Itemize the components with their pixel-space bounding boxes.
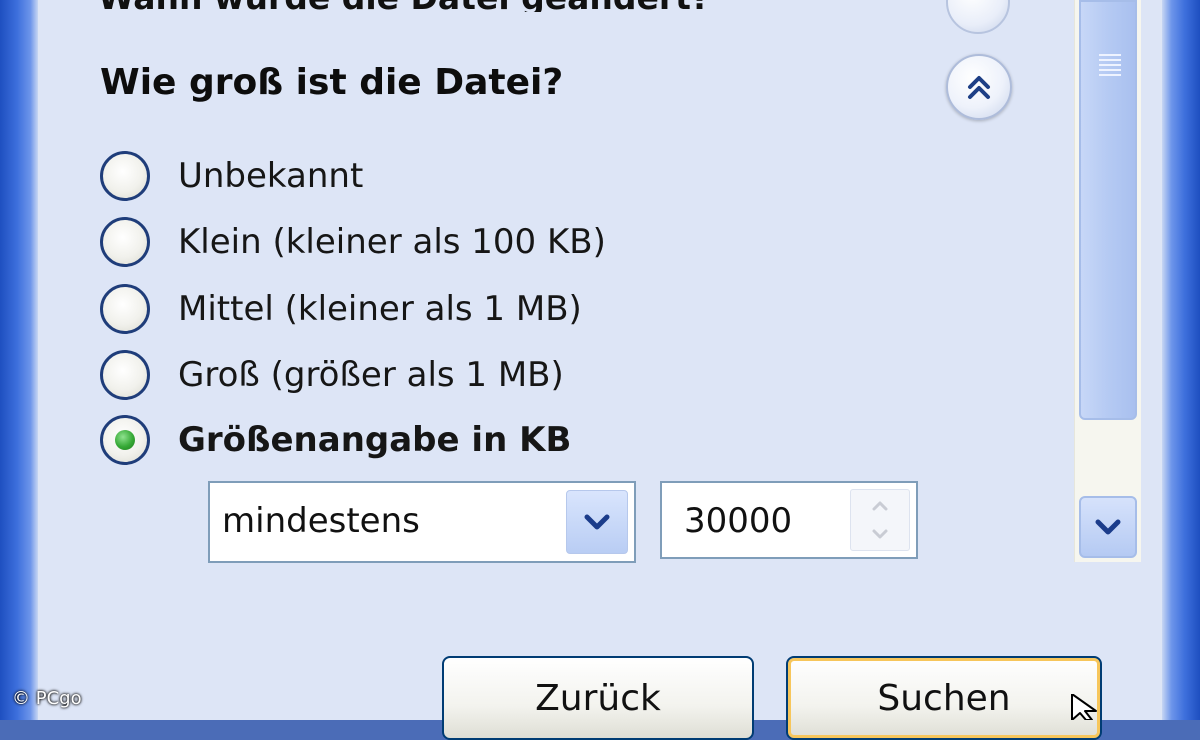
collapse-section-button[interactable] [946,54,1012,120]
chevron-down-icon [872,529,888,539]
radio-option-large[interactable]: Groß (größer als 1 MB) [100,349,564,401]
radio-label: Größenangabe in KB [178,420,572,460]
radio-button[interactable] [100,350,150,400]
radio-option-medium[interactable]: Mittel (kleiner als 1 MB) [100,283,582,335]
search-button[interactable]: Suchen [786,656,1102,740]
chevron-down-icon [1095,519,1121,535]
section-title: Wie groß ist die Datei? [100,62,564,103]
back-button-label: Zurück [535,678,661,719]
spin-up-button[interactable] [851,492,909,520]
window-frame-left [0,0,38,720]
dropdown-button[interactable] [566,490,628,554]
previous-section-collapse-button[interactable] [946,0,1010,34]
grip-lines-icon [1099,54,1121,76]
radio-label: Groß (größer als 1 MB) [178,355,564,395]
mouse-pointer-icon [1071,694,1097,720]
radio-button[interactable] [100,217,150,267]
window-frame-right [1162,0,1200,720]
radio-option-small[interactable]: Klein (kleiner als 100 KB) [100,216,606,268]
size-value-input[interactable] [666,492,862,550]
radio-option-unknown[interactable]: Unbekannt [100,150,363,202]
vertical-scrollbar[interactable] [1074,0,1141,562]
radio-button[interactable] [100,151,150,201]
radio-option-custom-size[interactable]: Größenangabe in KB [100,414,571,466]
radio-label: Unbekannt [178,156,364,196]
watermark: © PCgo [12,688,82,709]
scrollbar-thumb[interactable] [1079,0,1137,420]
chevron-up-icon [872,501,888,511]
radio-button[interactable] [100,284,150,334]
back-button[interactable]: Zurück [442,656,754,740]
size-comparison-select[interactable]: mindestens [208,481,636,563]
radio-label: Mittel (kleiner als 1 MB) [178,289,582,329]
radio-button-selected[interactable] [100,415,150,465]
radio-selected-dot [115,430,135,450]
chevron-down-icon [584,514,610,530]
size-comparison-value: mindestens [222,501,420,541]
search-companion-panel: Wann wurde die Datei geändert? Wie groß … [38,0,1162,740]
size-value-spinbox[interactable] [660,481,918,559]
previous-section-title: Wann wurde die Datei geändert? [98,0,978,12]
radio-label: Klein (kleiner als 100 KB) [178,222,606,262]
double-chevron-up-icon [968,76,990,99]
search-button-label: Suchen [877,678,1011,719]
scroll-down-button[interactable] [1079,496,1137,558]
spin-buttons [850,489,910,551]
spin-down-button[interactable] [851,520,909,548]
